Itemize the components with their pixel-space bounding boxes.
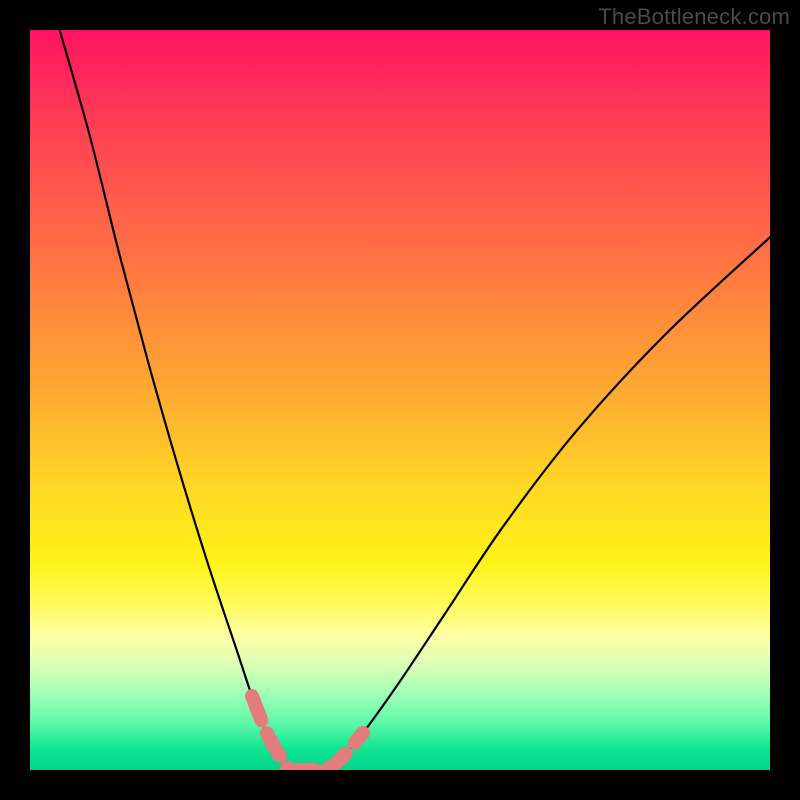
watermark-text: TheBottleneck.com (598, 4, 790, 30)
highlight-dash-right (326, 733, 363, 770)
right-curve (326, 237, 770, 770)
highlight-dash-left (252, 696, 289, 770)
left-curve (60, 30, 289, 770)
chart-plot-area (30, 30, 770, 770)
chart-svg (30, 30, 770, 770)
